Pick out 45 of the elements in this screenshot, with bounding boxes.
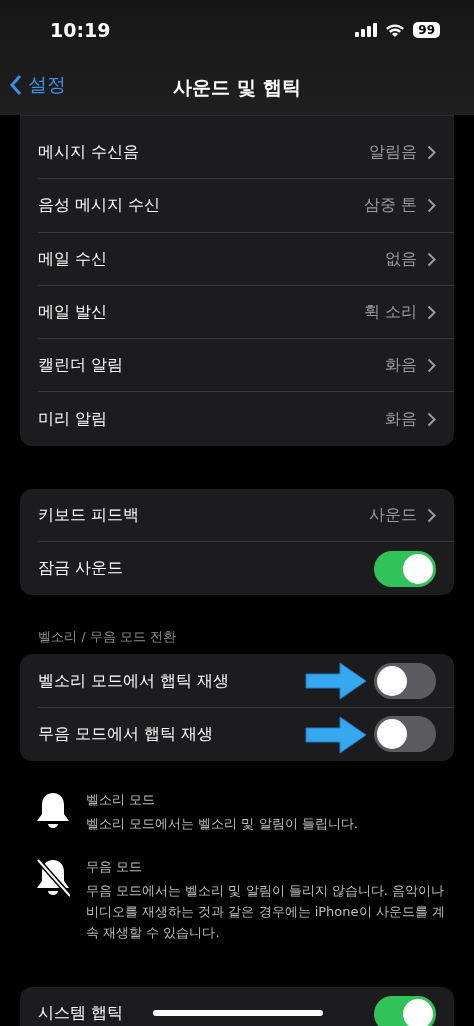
wifi-icon bbox=[385, 23, 406, 37]
row-value: 휙 소리 bbox=[363, 302, 417, 324]
row-label: 메시지 수신음 bbox=[38, 142, 140, 164]
row-value: 화음 bbox=[385, 355, 417, 377]
row-label: 메일 수신 bbox=[38, 248, 108, 270]
row-label: 벨소리 모드에서 햅틱 재생 bbox=[38, 670, 230, 692]
chevron-icon bbox=[427, 358, 436, 374]
toggle-switch[interactable] bbox=[374, 550, 436, 587]
info-text: 무음 모드에서는 벨소리 및 알림이 들리지 않습니다. 음악이나 비디오를 재생하는 것과 같은 경우에는 iPhone이 사운드를 계속 재생할 수 있습니다. bbox=[86, 881, 446, 942]
row-value: 화음 bbox=[385, 408, 417, 430]
chevron-icon bbox=[427, 145, 436, 161]
bell-icon bbox=[36, 790, 70, 831]
toggle-switch[interactable] bbox=[374, 995, 436, 1026]
row-value: 사운드 bbox=[369, 504, 417, 526]
info-title: 무음 모드 bbox=[86, 857, 144, 876]
row-label: 음성 메시지 수신 bbox=[38, 195, 161, 217]
row-label: 잠금 사운드 bbox=[38, 558, 124, 580]
row-value: 삼중 톤 bbox=[363, 195, 417, 217]
chevron-icon bbox=[427, 198, 436, 214]
arrow-icon bbox=[304, 661, 368, 702]
page-title: 사운드 및 햅틱 bbox=[173, 74, 301, 100]
info-text: 벨소리 모드에서는 벨소리 및 알림이 들립니다. bbox=[86, 814, 358, 833]
row-label: 시스템 햅틱 bbox=[38, 1003, 124, 1025]
bell-slash-icon bbox=[36, 857, 70, 898]
status-time: 10:19 bbox=[50, 19, 111, 41]
chevron-icon bbox=[427, 305, 436, 321]
row-label: 캘린더 알림 bbox=[38, 355, 124, 377]
row-value: 없음 bbox=[385, 248, 417, 270]
chevron-icon bbox=[427, 411, 436, 427]
row-label: 미리 알림 bbox=[38, 408, 108, 430]
toggle-switch[interactable] bbox=[374, 716, 436, 753]
row-label: 무음 모드에서 햅틱 재생 bbox=[38, 723, 214, 745]
signal-icon bbox=[355, 23, 378, 37]
row-label: 키보드 피드백 bbox=[38, 504, 140, 526]
battery-level: 99 bbox=[413, 22, 440, 38]
toggle-switch[interactable] bbox=[374, 663, 436, 699]
info-title: 벨소리 모드 bbox=[86, 790, 157, 809]
chevron-icon bbox=[427, 507, 436, 523]
row-value: 알림음 bbox=[369, 142, 417, 164]
back-chevron-icon bbox=[10, 74, 22, 96]
arrow-icon bbox=[304, 714, 368, 755]
section-header: 벨소리 / 무음 모드 전환 bbox=[38, 628, 177, 647]
back-button[interactable]: 설정 bbox=[10, 72, 66, 98]
row-label: 메일 발신 bbox=[38, 302, 108, 324]
chevron-icon bbox=[427, 251, 436, 267]
